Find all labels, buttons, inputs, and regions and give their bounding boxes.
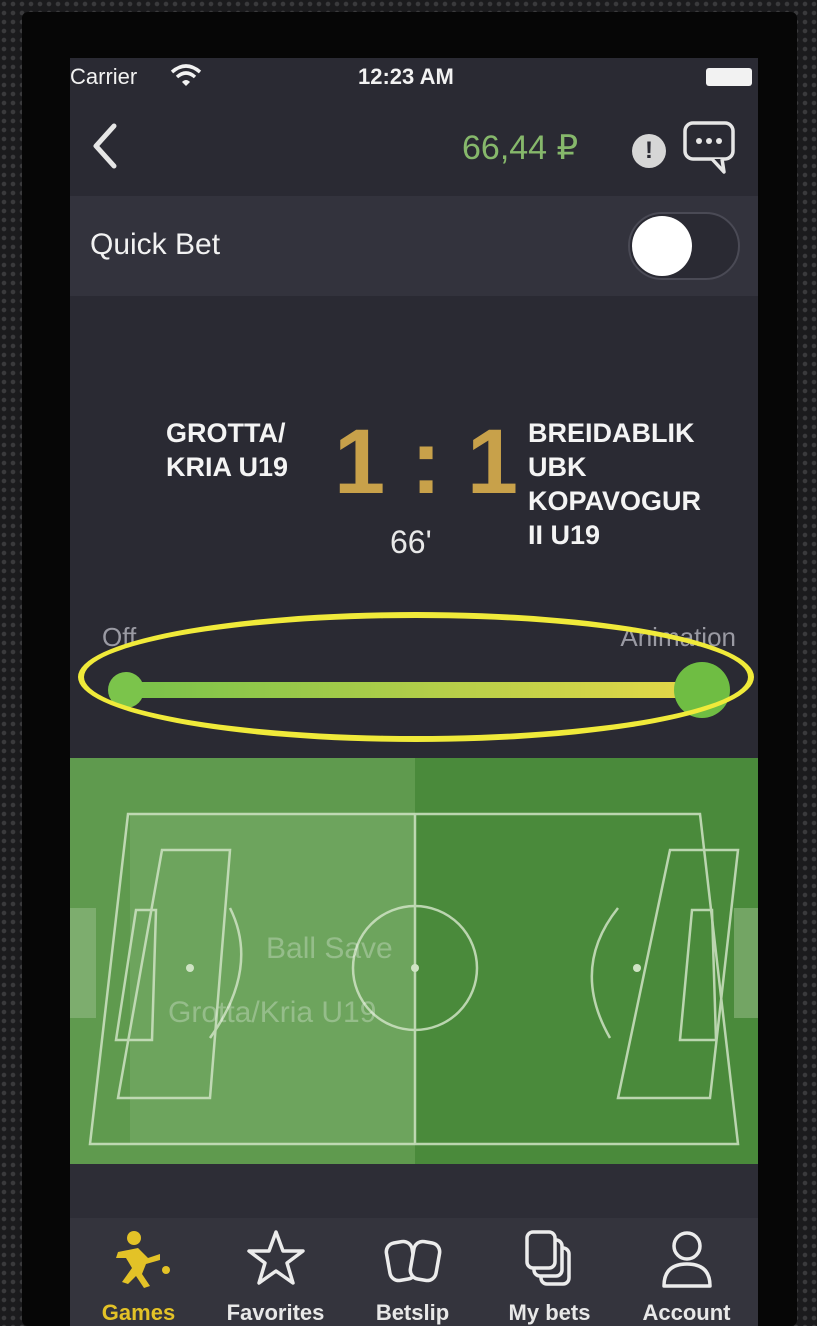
clock-time: 12:23 AM: [358, 64, 454, 89]
tab-my-bets-label: My bets: [508, 1300, 591, 1325]
event-team-label: Grotta/Kria U19: [168, 996, 377, 1029]
carrier-label: Carrier: [70, 64, 138, 89]
quick-bet-toggle[interactable]: [628, 212, 740, 280]
wifi-icon: [170, 64, 202, 94]
away-team-name: BREIDABLIK UBK KOPAVOGUR II U19: [528, 418, 702, 550]
tab-account-label: Account: [642, 1300, 731, 1325]
account-balance[interactable]: 66,44 ₽: [462, 128, 578, 168]
status-bar: Carrier 12:23 AM: [70, 58, 758, 98]
highlight-ellipse: [78, 612, 754, 742]
tab-my-bets[interactable]: My bets: [481, 1218, 618, 1326]
match-score: 1 : 1: [334, 411, 519, 513]
tab-games-label: Games: [101, 1300, 176, 1325]
back-button[interactable]: [86, 116, 126, 176]
betslip-icon: [384, 1239, 442, 1283]
chat-icon[interactable]: [682, 120, 736, 176]
chevron-left-icon: [93, 123, 117, 169]
tab-betslip-label: Betslip: [375, 1300, 450, 1325]
battery-icon: [706, 68, 752, 86]
person-icon: [662, 1231, 712, 1288]
app-screen: Carrier 12:23 AM 66,44 ₽ ! Quick Bet GRO…: [70, 58, 758, 1326]
tab-bar: Games Favorites Betslip My bets Account: [70, 1218, 758, 1326]
event-label: Ball Save: [266, 932, 393, 965]
market-list: [70, 1164, 758, 1218]
star-icon: [247, 1230, 305, 1285]
toggle-knob: [632, 216, 692, 276]
match-pitch: Ball Save Grotta/Kria U19: [70, 758, 758, 1164]
scoreboard: GROTTA/ KRIA U19 1 : 1 66' BREIDABLIK UB…: [70, 296, 758, 756]
quick-bet-row: Quick Bet: [70, 196, 758, 296]
tab-betslip[interactable]: Betslip: [344, 1218, 481, 1326]
quick-bet-label: Quick Bet: [90, 228, 221, 261]
tab-account[interactable]: Account: [618, 1218, 755, 1326]
nav-bar: 66,44 ₽ !: [70, 98, 758, 196]
tab-favorites-label: Favorites: [226, 1300, 325, 1325]
match-minute: 66': [390, 524, 432, 560]
tab-favorites[interactable]: Favorites: [207, 1218, 344, 1326]
soccer-player-icon: [116, 1231, 170, 1288]
home-team-name: GROTTA/ KRIA U19: [166, 418, 289, 482]
alert-icon[interactable]: !: [632, 134, 666, 168]
my-bets-icon: [525, 1230, 571, 1286]
tab-games[interactable]: Games: [70, 1218, 207, 1326]
pitch-lines: [70, 758, 758, 1164]
